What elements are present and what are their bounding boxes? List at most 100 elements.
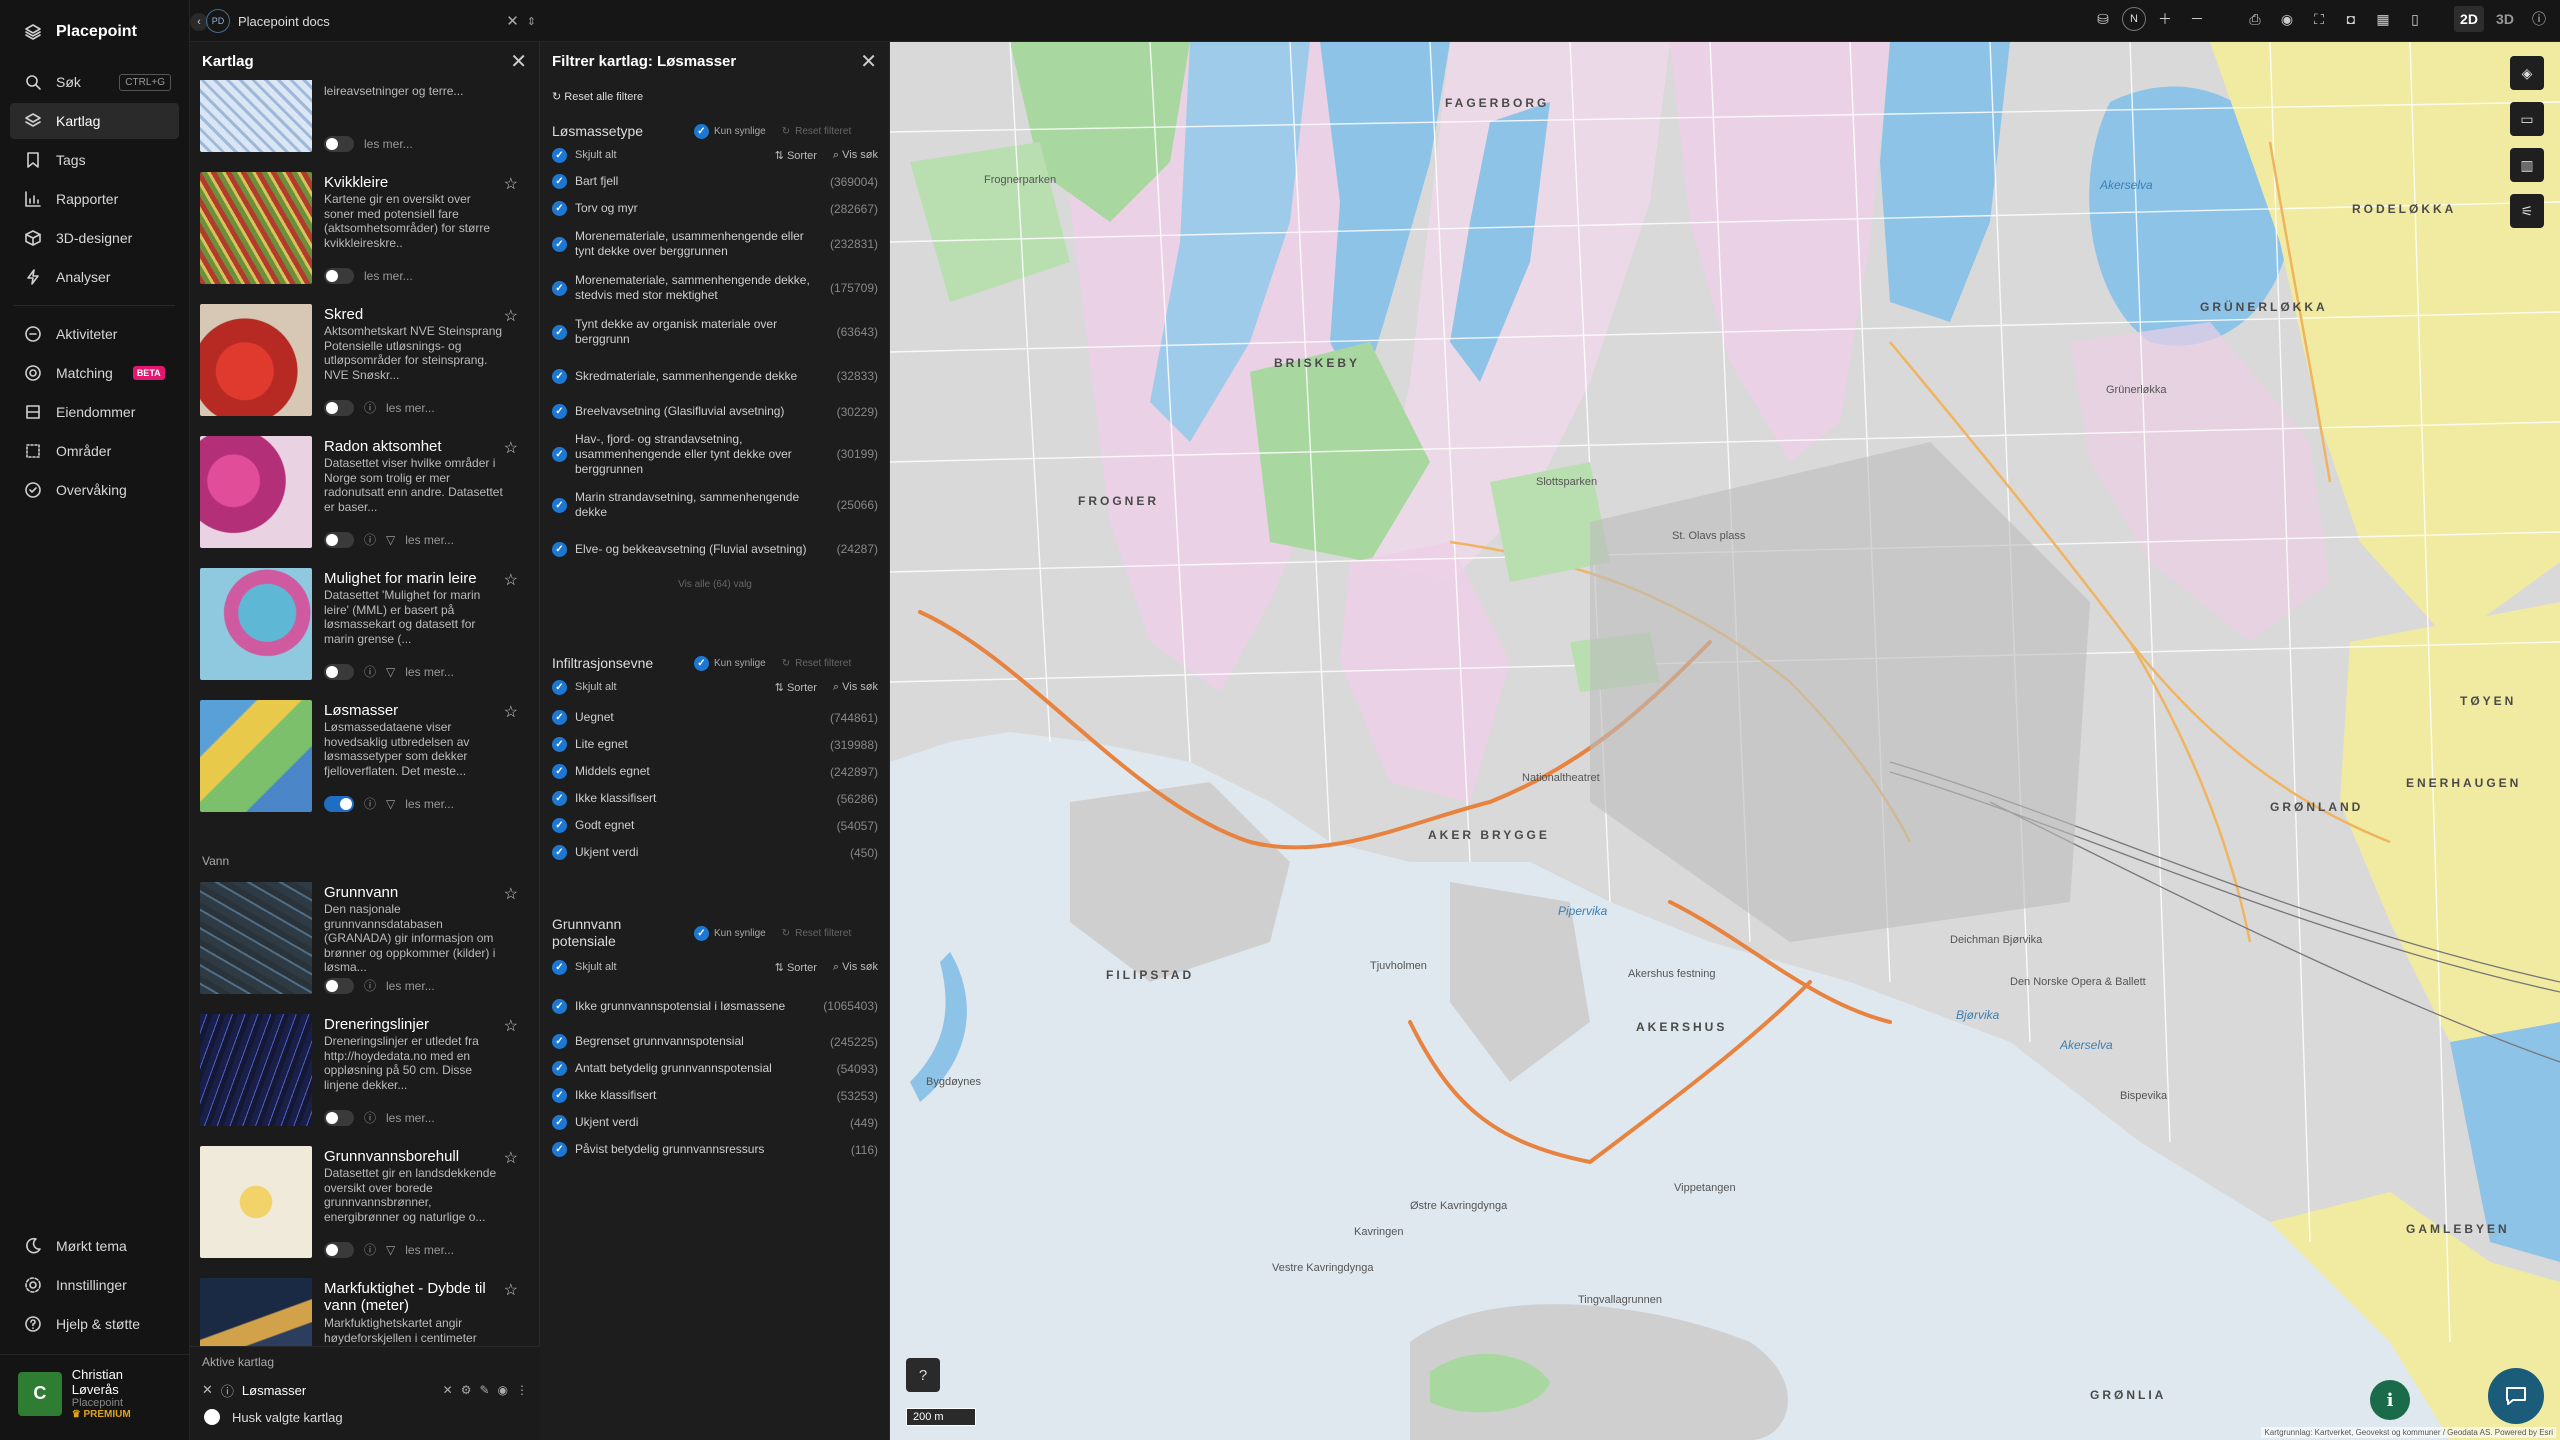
read-more-link[interactable]: les mer... — [386, 979, 435, 993]
bookmark-icon[interactable]: ▯ — [2402, 6, 2428, 32]
info-icon[interactable]: ⓘ — [364, 977, 376, 994]
nav-item-help[interactable]: Hjelp & støtte — [10, 1306, 179, 1342]
layer-card-radon[interactable]: Radon aktsomhet ☆ Datasettet viser hvilk… — [200, 436, 520, 554]
check-icon[interactable]: ✓ — [552, 1142, 567, 1157]
search-toggle-button[interactable]: ⌕ Vis søk — [833, 961, 878, 974]
check-icon[interactable]: ✓ — [552, 201, 567, 216]
compass-button[interactable]: N — [2122, 7, 2146, 31]
print-icon[interactable]: ⎙ — [2242, 6, 2268, 32]
nav-item-layers[interactable]: Kartlag — [10, 103, 179, 139]
reset-filter-button[interactable]: ↻ Reset filteret — [782, 658, 852, 669]
layer-card-kvikkleire[interactable]: Kvikkleire ☆ Kartene gir en oversikt ove… — [200, 172, 520, 290]
map-view[interactable]: FAGERBORG BRISKEBY FROGNER GRÜNERLØKKA R… — [890, 42, 2560, 1440]
filter-icon[interactable]: ▽ — [386, 797, 395, 811]
read-more-link[interactable]: les mer... — [386, 401, 435, 415]
layer-card[interactable]: leireavsetninger og terre... les mer... — [200, 80, 520, 158]
eye-icon[interactable]: ◉ — [498, 1383, 508, 1397]
chat-button[interactable] — [2488, 1368, 2544, 1424]
check-icon[interactable]: ✓ — [552, 497, 567, 513]
filter-row[interactable]: ✓ Ikke klassifisert (56286) — [540, 785, 890, 812]
filter-row[interactable]: ✓ Marin strandavsetning, sammenhengende d… — [540, 483, 890, 527]
camera-icon[interactable]: ◘ — [2338, 6, 2364, 32]
filter-row[interactable]: ✓ Lite egnet (319988) — [540, 731, 890, 758]
settings-icon[interactable]: ⚙ — [461, 1383, 472, 1397]
filter-row[interactable]: ✓ Antatt betydelig grunnvannspotensial (54… — [540, 1055, 890, 1082]
filter-icon[interactable]: ▽ — [386, 1243, 395, 1257]
sort-button[interactable]: ⇅ Sorter — [775, 149, 817, 162]
grid-icon[interactable]: ▦ — [2370, 6, 2396, 32]
chart-icon[interactable]: ▥ — [2510, 148, 2544, 182]
read-more-link[interactable]: les mer... — [405, 797, 454, 811]
layer-card-skred[interactable]: Skred ☆ Aktsomhetskart NVE Steinsprang P… — [200, 304, 520, 422]
star-icon[interactable]: ☆ — [504, 702, 518, 722]
layer-toggle[interactable] — [324, 977, 354, 994]
close-icon[interactable]: ✕ — [443, 1383, 453, 1397]
filter-row[interactable]: ✓ Skredmateriale, sammenhengende dekke (32… — [540, 354, 890, 398]
nav-item-tags[interactable]: Tags — [10, 142, 179, 178]
layer-toggle[interactable] — [324, 531, 354, 548]
read-more-link[interactable]: les mer... — [386, 1111, 435, 1125]
star-icon[interactable]: ☆ — [504, 884, 518, 904]
info-icon[interactable]: ⓘ — [364, 663, 376, 680]
close-icon[interactable]: ✕ — [510, 49, 527, 74]
remove-layer-icon[interactable]: ✕ — [202, 1382, 213, 1398]
filter-icon[interactable]: ▽ — [386, 533, 395, 547]
layer-toggle[interactable] — [324, 663, 354, 680]
check-icon[interactable]: ✓ — [552, 174, 567, 189]
reset-filter-button[interactable]: ↻ Reset filteret — [782, 126, 852, 137]
measure-icon[interactable]: ▭ — [2510, 102, 2544, 136]
layer-toggle[interactable] — [324, 268, 354, 284]
filter-row[interactable]: ✓ Hav-, fjord- og strandavsetning, usamme… — [540, 425, 890, 483]
layer-card-dreneringslinjer[interactable]: Dreneringslinjer ☆ Dreneringslinjer er u… — [200, 1014, 520, 1132]
nav-item-activities[interactable]: Aktiviteter — [10, 316, 179, 352]
read-more-link[interactable]: les mer... — [405, 665, 454, 679]
layer-toggle[interactable] — [324, 399, 354, 416]
filter-row[interactable]: ✓ Morenemateriale, sammenhengende dekke, … — [540, 266, 890, 310]
fullscreen-icon[interactable]: ⛶ — [2306, 6, 2332, 32]
filter-row[interactable]: ✓ Påvist betydelig grunnvannsressurs (116) — [540, 1136, 890, 1163]
hide-all-check[interactable]: ✓ — [552, 959, 567, 975]
filter-row[interactable]: ✓ Tynt dekke av organisk materiale over b… — [540, 310, 890, 354]
nav-item-matching[interactable]: Matching BETA — [10, 355, 179, 391]
nav-item-dark-theme[interactable]: Mørkt tema — [10, 1228, 179, 1264]
check-icon[interactable]: ✓ — [552, 710, 567, 725]
mode-2d-button[interactable]: 2D — [2454, 6, 2484, 32]
read-more-link[interactable]: les mer... — [364, 137, 413, 151]
nav-item-analyses[interactable]: Analyser — [10, 259, 179, 295]
check-icon[interactable]: ✓ — [552, 368, 567, 384]
nav-item-3d-designer[interactable]: 3D-designer — [10, 220, 179, 256]
filter-row[interactable]: ✓ Ukjent verdi (449) — [540, 1109, 890, 1136]
only-visible-option[interactable]: ✓ Kun synlige — [694, 655, 766, 671]
check-icon[interactable]: ✓ — [552, 446, 567, 462]
brand[interactable]: Placepoint — [0, 0, 189, 64]
edit-icon[interactable]: ✎ — [479, 1383, 489, 1397]
user-profile[interactable]: C Christian Løverås Placepoint ♛ PREMIUM — [0, 1354, 189, 1440]
check-icon[interactable]: ✓ — [552, 737, 567, 752]
read-more-link[interactable]: les mer... — [405, 1243, 454, 1257]
filter-row[interactable]: ✓ Ukjent verdi (450) — [540, 839, 890, 866]
check-icon[interactable]: ✓ — [552, 791, 567, 806]
filter-row[interactable]: ✓ Elve- og bekkeavsetning (Fluvial avsetn… — [540, 527, 890, 571]
layer-toggle[interactable] — [324, 136, 354, 152]
check-icon[interactable]: ✓ — [552, 1115, 567, 1130]
filter-row[interactable]: ✓ Middels egnet (242897) — [540, 758, 890, 785]
nav-item-monitoring[interactable]: Overvåking — [10, 472, 179, 508]
remember-layers-option[interactable]: Husk valgte kartlag — [190, 1403, 540, 1431]
filter-row[interactable]: ✓ Morenemateriale, usammenhengende eller … — [540, 222, 890, 266]
check-icon[interactable]: ✓ — [552, 818, 567, 833]
check-icon[interactable]: ✓ — [552, 764, 567, 779]
check-icon[interactable]: ✓ — [552, 324, 567, 340]
star-icon[interactable]: ☆ — [504, 1148, 518, 1168]
zoom-out-icon[interactable]: － — [2184, 6, 2210, 32]
star-icon[interactable]: ☆ — [504, 1016, 518, 1036]
star-icon[interactable]: ☆ — [504, 1280, 518, 1300]
remember-layers-toggle[interactable] — [204, 1409, 220, 1425]
filter-row[interactable]: ✓ Torv og myr (282667) — [540, 195, 890, 222]
layer-card-marin-leire[interactable]: Mulighet for marin leire ☆ Datasettet 'M… — [200, 568, 520, 686]
nav-item-reports[interactable]: Rapporter — [10, 181, 179, 217]
map-info-button[interactable]: i — [2370, 1380, 2410, 1420]
check-icon[interactable]: ✓ — [552, 998, 567, 1014]
sort-button[interactable]: ⇅ Sorter — [775, 681, 817, 694]
reset-all-filters-button[interactable]: ↻ Reset alle filtere — [540, 80, 889, 109]
more-icon[interactable]: ⋮ — [516, 1383, 528, 1397]
